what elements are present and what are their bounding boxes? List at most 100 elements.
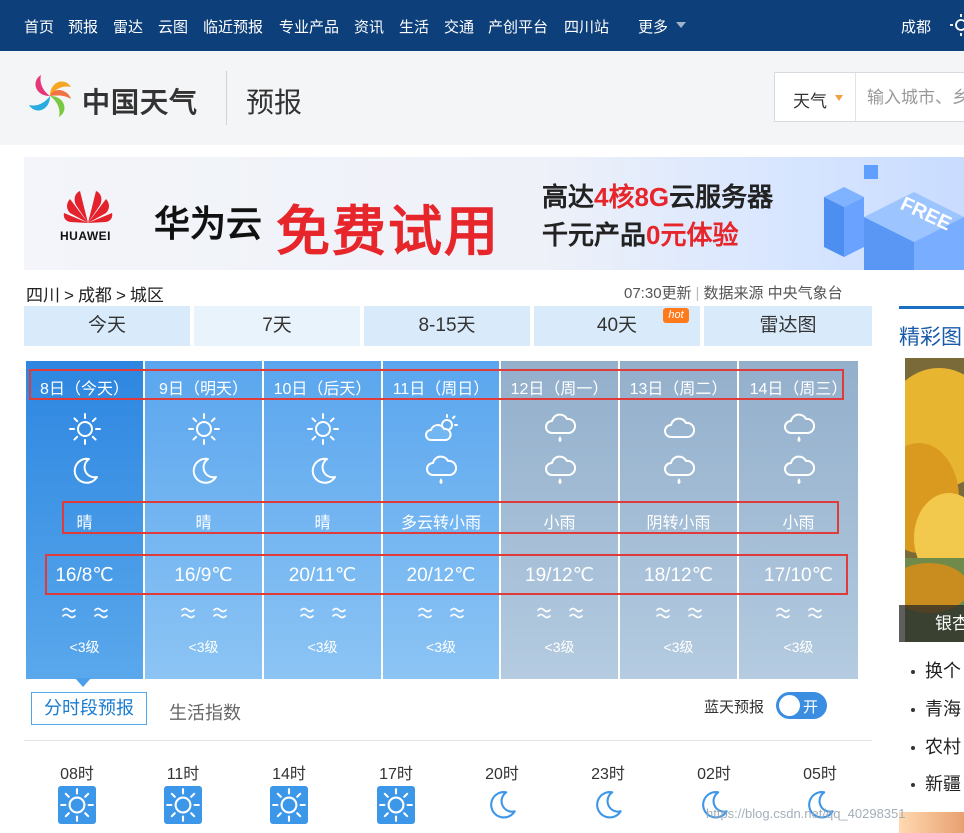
- bluesky-toggle[interactable]: 开: [776, 692, 827, 719]
- banner-line-2-prefix: 千元产品: [542, 220, 647, 250]
- nav-traffic[interactable]: 交通: [444, 16, 474, 37]
- site-header: 中国天气 预报 天气: [0, 51, 964, 145]
- hot-badge: hot: [663, 308, 689, 323]
- search-box: 天气: [774, 72, 964, 122]
- wind-icon: [417, 605, 465, 621]
- nav-radar[interactable]: 雷达: [113, 16, 143, 37]
- hourly-time: 11时: [166, 766, 200, 783]
- banner-line-1-highlight: 4核8G: [594, 182, 670, 212]
- forecast-wind-level: <3级: [544, 639, 575, 655]
- nav-home[interactable]: 首页: [24, 16, 54, 37]
- sidebar-title[interactable]: 精彩图: [899, 321, 962, 351]
- nav-life[interactable]: 生活: [399, 16, 429, 37]
- tab-8-15day[interactable]: 8-15天: [364, 306, 530, 346]
- nav-forecast[interactable]: 预报: [68, 16, 98, 37]
- settings-sun-icon[interactable]: [950, 14, 964, 36]
- update-info: 07:30更新 | 数据来源 中央气象台: [624, 282, 843, 303]
- sidebar-news-item[interactable]: 青海: [911, 695, 961, 721]
- forecast-wind-level: <3级: [69, 639, 100, 655]
- hourly-item: 17时: [366, 760, 426, 824]
- update-time: 07:30更新: [624, 285, 692, 302]
- current-city[interactable]: 成都: [901, 16, 931, 37]
- nav-products[interactable]: 专业产品: [279, 16, 339, 37]
- page-root: 首页 预报 雷达 云图 临近预报 专业产品 资讯 生活 交通 产创平台 四川站 …: [0, 0, 964, 833]
- sidebar-accent-bar: [899, 306, 964, 309]
- banner-line-2: 千元产品0元体验: [542, 215, 738, 252]
- breadcrumb-province[interactable]: 四川: [26, 286, 60, 305]
- nav-sichuan[interactable]: 四川站: [564, 16, 609, 37]
- rain-icon: [423, 453, 459, 489]
- hourly-time: 02时: [697, 766, 731, 783]
- toggle-label: 开: [803, 699, 819, 716]
- bullet-dot: [911, 708, 915, 713]
- forecast-wind-level: <3级: [188, 639, 219, 655]
- nav-nowcast[interactable]: 临近预报: [203, 16, 263, 37]
- tab-life-index[interactable]: 生活指数: [169, 699, 241, 725]
- forecast-wind-level: <3级: [783, 639, 814, 655]
- hourly-time: 17时: [379, 766, 413, 783]
- banner-headline: 免费试用: [276, 202, 500, 262]
- wind-icon: [61, 605, 109, 621]
- sun-icon: [186, 411, 222, 447]
- sidebar-news-item[interactable]: 换个: [911, 657, 961, 683]
- tab-7day[interactable]: 7天: [194, 306, 360, 346]
- hourly-time: 14时: [272, 766, 306, 783]
- watermark: https://blog.csdn.net/qq_40298351: [706, 806, 906, 821]
- tab-today[interactable]: 今天: [24, 306, 190, 346]
- sidebar-news-item[interactable]: 农村: [911, 733, 961, 759]
- sun-icon: [164, 786, 202, 824]
- featured-photo[interactable]: [899, 358, 964, 642]
- wind-icon: [299, 605, 347, 621]
- annotation-weather-row: [62, 501, 839, 534]
- sun-icon: [377, 786, 415, 824]
- breadcrumb-city[interactable]: 成都: [78, 286, 112, 305]
- search-type-select[interactable]: 天气: [793, 87, 827, 112]
- banner-cube-graphic: FREE: [824, 165, 964, 270]
- rain-icon: [781, 411, 817, 447]
- nav-cloud[interactable]: 云图: [158, 16, 188, 37]
- ad-banner[interactable]: HUAWEI 华为云 免费试用 高达4核8G云服务器 千元产品0元体验 FREE: [24, 157, 964, 270]
- sidebar-ad-strip[interactable]: [899, 812, 964, 833]
- nav-more[interactable]: 更多: [638, 16, 668, 37]
- sidebar-news-text: 青海: [925, 699, 961, 719]
- breadcrumb: 四川 > 成都 > 城区: [26, 281, 168, 306]
- photo-caption[interactable]: 银杏: [899, 605, 964, 642]
- hourly-time: 23时: [591, 766, 625, 783]
- hourly-item: 08时: [47, 760, 107, 824]
- sidebar-news-text: 新疆: [925, 774, 961, 794]
- breadcrumb-separator: >: [115, 286, 126, 305]
- annotation-temp-row: [45, 554, 848, 595]
- search-divider: [855, 73, 856, 121]
- nav-innovation[interactable]: 产创平台: [488, 16, 548, 37]
- sun-icon: [58, 786, 96, 824]
- banner-line-1-suffix: 云服务器: [669, 182, 774, 212]
- moon-icon: [67, 453, 103, 489]
- sun-icon: [67, 411, 103, 447]
- rain-icon: [661, 453, 697, 489]
- forecast-tabs: 今天 7天 8-15天 40天 hot 雷达图: [24, 306, 872, 346]
- china-weather-logo-icon[interactable]: [25, 71, 75, 121]
- tab-radar[interactable]: 雷达图: [704, 306, 872, 346]
- breadcrumb-district: 城区: [129, 286, 164, 305]
- header-divider: [226, 71, 227, 125]
- chevron-down-icon: [676, 22, 686, 28]
- sun-icon: [270, 786, 308, 824]
- logo-text[interactable]: 中国天气: [82, 81, 198, 121]
- forecast-wind-level: <3级: [307, 639, 338, 655]
- nav-news[interactable]: 资讯: [354, 16, 384, 37]
- annotation-date-row: [29, 369, 844, 400]
- search-input[interactable]: [867, 86, 964, 110]
- banner-line-1: 高达4核8G云服务器: [542, 177, 773, 214]
- sun-icon: [305, 411, 341, 447]
- cloud-icon: [661, 411, 697, 447]
- rain-icon: [542, 453, 578, 489]
- wind-icon: [775, 605, 823, 621]
- huawei-logo-icon: [63, 191, 113, 223]
- moon-icon: [589, 786, 627, 824]
- top-navigation: 首页 预报 雷达 云图 临近预报 专业产品 资讯 生活 交通 产创平台 四川站 …: [0, 0, 964, 51]
- moon-icon: [186, 453, 222, 489]
- moon-icon: [305, 453, 341, 489]
- tab-hourly-forecast[interactable]: 分时段预报: [31, 692, 147, 725]
- bullet-dot: [911, 783, 915, 788]
- sidebar-news-item[interactable]: 新疆: [911, 770, 961, 796]
